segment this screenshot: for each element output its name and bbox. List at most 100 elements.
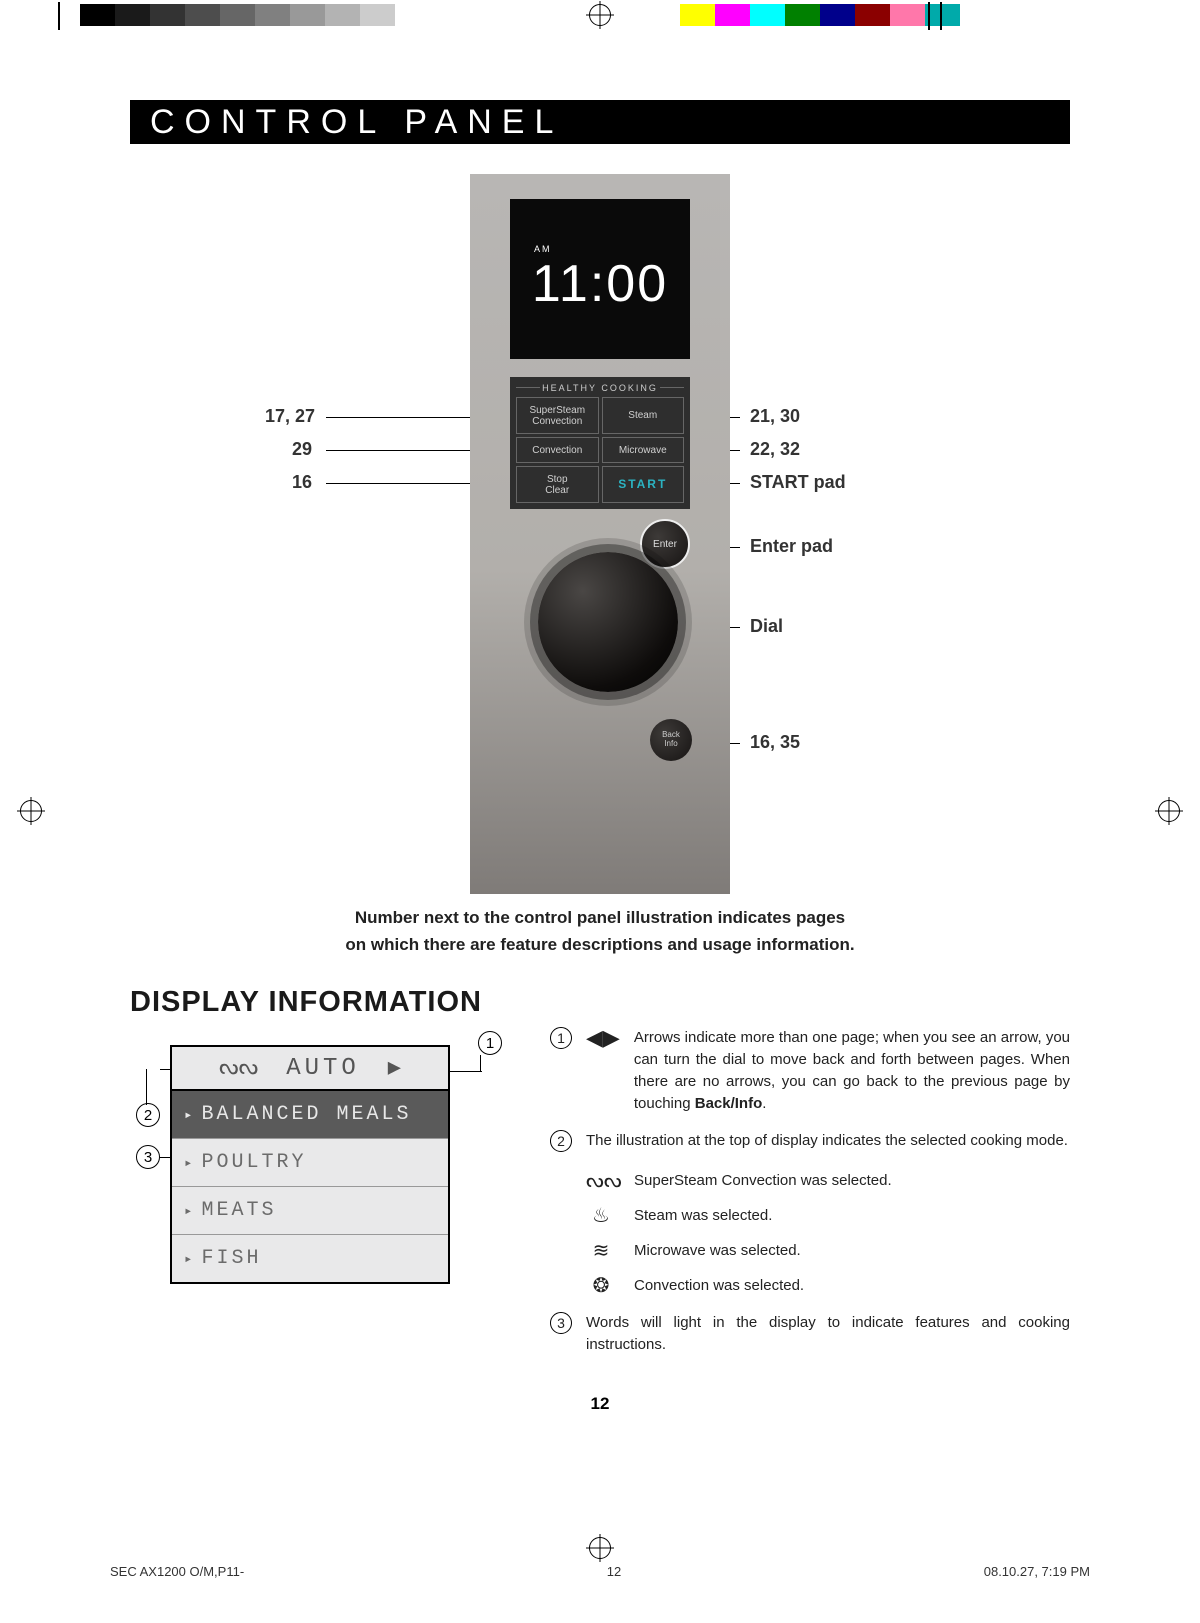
menu-item: FISH bbox=[172, 1234, 448, 1282]
leader-line bbox=[146, 1069, 147, 1105]
color-swatch bbox=[325, 4, 360, 26]
color-swatch bbox=[360, 4, 395, 26]
color-swatch bbox=[680, 4, 715, 26]
menu-items: BALANCED MEALSPOULTRYMEATSFISH bbox=[172, 1091, 448, 1282]
color-bar-right bbox=[680, 4, 995, 26]
supersteam-icon: ᔓᔓ bbox=[586, 1168, 616, 1193]
caption-line-2: on which there are feature descriptions … bbox=[345, 935, 854, 954]
color-bar-left bbox=[80, 4, 395, 26]
crop-tick bbox=[940, 2, 942, 30]
color-swatch bbox=[150, 4, 185, 26]
steam-icon: ᔓᔓ bbox=[219, 1055, 258, 1081]
mode-steam: ♨ Steam was selected. bbox=[586, 1203, 1070, 1228]
callout-right-1: 21, 30 bbox=[750, 406, 800, 427]
menu-item: MEATS bbox=[172, 1186, 448, 1234]
color-swatch bbox=[220, 4, 255, 26]
callout-circle-2: 2 bbox=[136, 1103, 160, 1127]
info-text-1: Arrows indicate more than one page; when… bbox=[634, 1027, 1070, 1114]
mode-label: SuperSteam Convection was selected. bbox=[634, 1172, 892, 1189]
color-swatch bbox=[855, 4, 890, 26]
color-swatch bbox=[80, 4, 115, 26]
section-title-bar: CONTROL PANEL bbox=[130, 100, 1070, 144]
callout-circle-3: 3 bbox=[136, 1145, 160, 1169]
menu-screen: ᔓᔓ AUTO ▶ BALANCED MEALSPOULTRYMEATSFISH bbox=[170, 1045, 450, 1284]
info-num-3: 3 bbox=[550, 1312, 572, 1334]
info-item-2: 2 The illustration at the top of display… bbox=[550, 1130, 1070, 1152]
color-swatch bbox=[890, 4, 925, 26]
start-button[interactable]: START bbox=[602, 466, 685, 503]
steam-button[interactable]: Steam bbox=[602, 397, 685, 434]
info-num-1: 1 bbox=[550, 1027, 572, 1049]
mode-label: Steam was selected. bbox=[634, 1207, 772, 1224]
display-screen-illustration: 1 2 3 ᔓᔓ AUTO ▶ BALANCED MEALSPOULTRYMEA… bbox=[130, 1027, 510, 1327]
reg-mark-icon bbox=[589, 4, 611, 26]
mode-convection: ❂ Convection was selected. bbox=[586, 1273, 1070, 1298]
registration-top bbox=[0, 4, 1200, 30]
info1-bold: Back/Info bbox=[695, 1095, 763, 1112]
crop-tick bbox=[58, 2, 60, 30]
color-swatch bbox=[960, 4, 995, 26]
arrow-right-icon: ▶ bbox=[388, 1055, 401, 1081]
registration-bottom bbox=[0, 1537, 1200, 1563]
arrows-icon: ◀▶ bbox=[586, 1025, 620, 1051]
am-indicator: AM bbox=[534, 244, 552, 254]
crop-tick bbox=[928, 2, 930, 30]
print-slug: SEC AX1200 O/M,P11- 12 08.10.27, 7:19 PM bbox=[110, 1564, 1090, 1579]
mode-label: Microwave was selected. bbox=[634, 1242, 801, 1259]
leader-line bbox=[480, 1055, 481, 1072]
reg-mark-icon bbox=[1158, 800, 1180, 822]
menu-item: BALANCED MEALS bbox=[172, 1091, 448, 1138]
info-text-2: The illustration at the top of display i… bbox=[586, 1130, 1068, 1152]
healthy-cooking-label: HEALTHY COOKING bbox=[510, 377, 690, 397]
color-swatch bbox=[750, 4, 785, 26]
slug-left: SEC AX1200 O/M,P11- bbox=[110, 1564, 244, 1579]
mode-label: Convection was selected. bbox=[634, 1277, 804, 1294]
color-swatch bbox=[185, 4, 220, 26]
info-num-2: 2 bbox=[550, 1130, 572, 1152]
supersteam-convection-button[interactable]: SuperSteamConvection bbox=[516, 397, 599, 434]
callout-right-6: 16, 35 bbox=[750, 732, 800, 753]
callout-right-4: Enter pad bbox=[750, 536, 833, 557]
info-item-1: 1 ◀▶ Arrows indicate more than one page;… bbox=[550, 1027, 1070, 1114]
section-title: CONTROL PANEL bbox=[130, 103, 563, 142]
page-content: CONTROL PANEL 17, 27 29 16 21, 30 22, 32… bbox=[130, 100, 1070, 1503]
microwave-button[interactable]: Microwave bbox=[602, 437, 685, 463]
button-area: HEALTHY COOKING SuperSteamConvection Ste… bbox=[510, 377, 690, 509]
color-swatch bbox=[925, 4, 960, 26]
info-text-3: Words will light in the display to indic… bbox=[586, 1312, 1070, 1356]
steam-icon: ♨ bbox=[586, 1203, 616, 1228]
color-swatch bbox=[715, 4, 750, 26]
back-info-pad[interactable]: Back Info bbox=[650, 719, 692, 761]
oven-panel: AM 11:00 HEALTHY COOKING SuperSteamConve… bbox=[470, 174, 730, 894]
dial[interactable] bbox=[538, 552, 678, 692]
convection-button[interactable]: Convection bbox=[516, 437, 599, 463]
display-info-row: 1 2 3 ᔓᔓ AUTO ▶ BALANCED MEALSPOULTRYMEA… bbox=[130, 1027, 1070, 1372]
callout-right-5: Dial bbox=[750, 616, 783, 637]
mode-supersteam: ᔓᔓ SuperSteam Convection was selected. bbox=[586, 1168, 1070, 1193]
info1-tail: . bbox=[762, 1095, 766, 1112]
mode-list: ᔓᔓ SuperSteam Convection was selected. ♨… bbox=[586, 1168, 1070, 1298]
callout-right-3: START pad bbox=[750, 472, 846, 493]
callout-left-1: 17, 27 bbox=[265, 406, 315, 427]
mode-microwave: ≋ Microwave was selected. bbox=[586, 1238, 1070, 1263]
callout-right-2: 22, 32 bbox=[750, 439, 800, 460]
display-information-heading: DISPLAY INFORMATION bbox=[130, 986, 1070, 1019]
stop-clear-button[interactable]: StopClear bbox=[516, 466, 599, 503]
color-swatch bbox=[820, 4, 855, 26]
convection-icon: ❂ bbox=[586, 1273, 616, 1298]
auto-label: AUTO bbox=[286, 1055, 360, 1082]
enter-pad[interactable]: Enter bbox=[640, 519, 690, 569]
microwave-icon: ≋ bbox=[586, 1238, 616, 1263]
oven-display: AM 11:00 bbox=[510, 199, 690, 359]
slug-right: 08.10.27, 7:19 PM bbox=[984, 1564, 1090, 1579]
button-grid: SuperSteamConvection Steam Convection Mi… bbox=[510, 397, 690, 509]
info-label: Info bbox=[664, 740, 677, 749]
callout-left-3: 16 bbox=[292, 472, 312, 493]
color-swatch bbox=[115, 4, 150, 26]
clock-time: 11:00 bbox=[532, 254, 668, 314]
caption-line-1: Number next to the control panel illustr… bbox=[355, 908, 845, 927]
panel-caption: Number next to the control panel illustr… bbox=[130, 904, 1070, 958]
menu-header: ᔓᔓ AUTO ▶ bbox=[172, 1047, 448, 1091]
reg-mark-icon bbox=[589, 1537, 611, 1559]
callout-circle-1: 1 bbox=[478, 1031, 502, 1055]
